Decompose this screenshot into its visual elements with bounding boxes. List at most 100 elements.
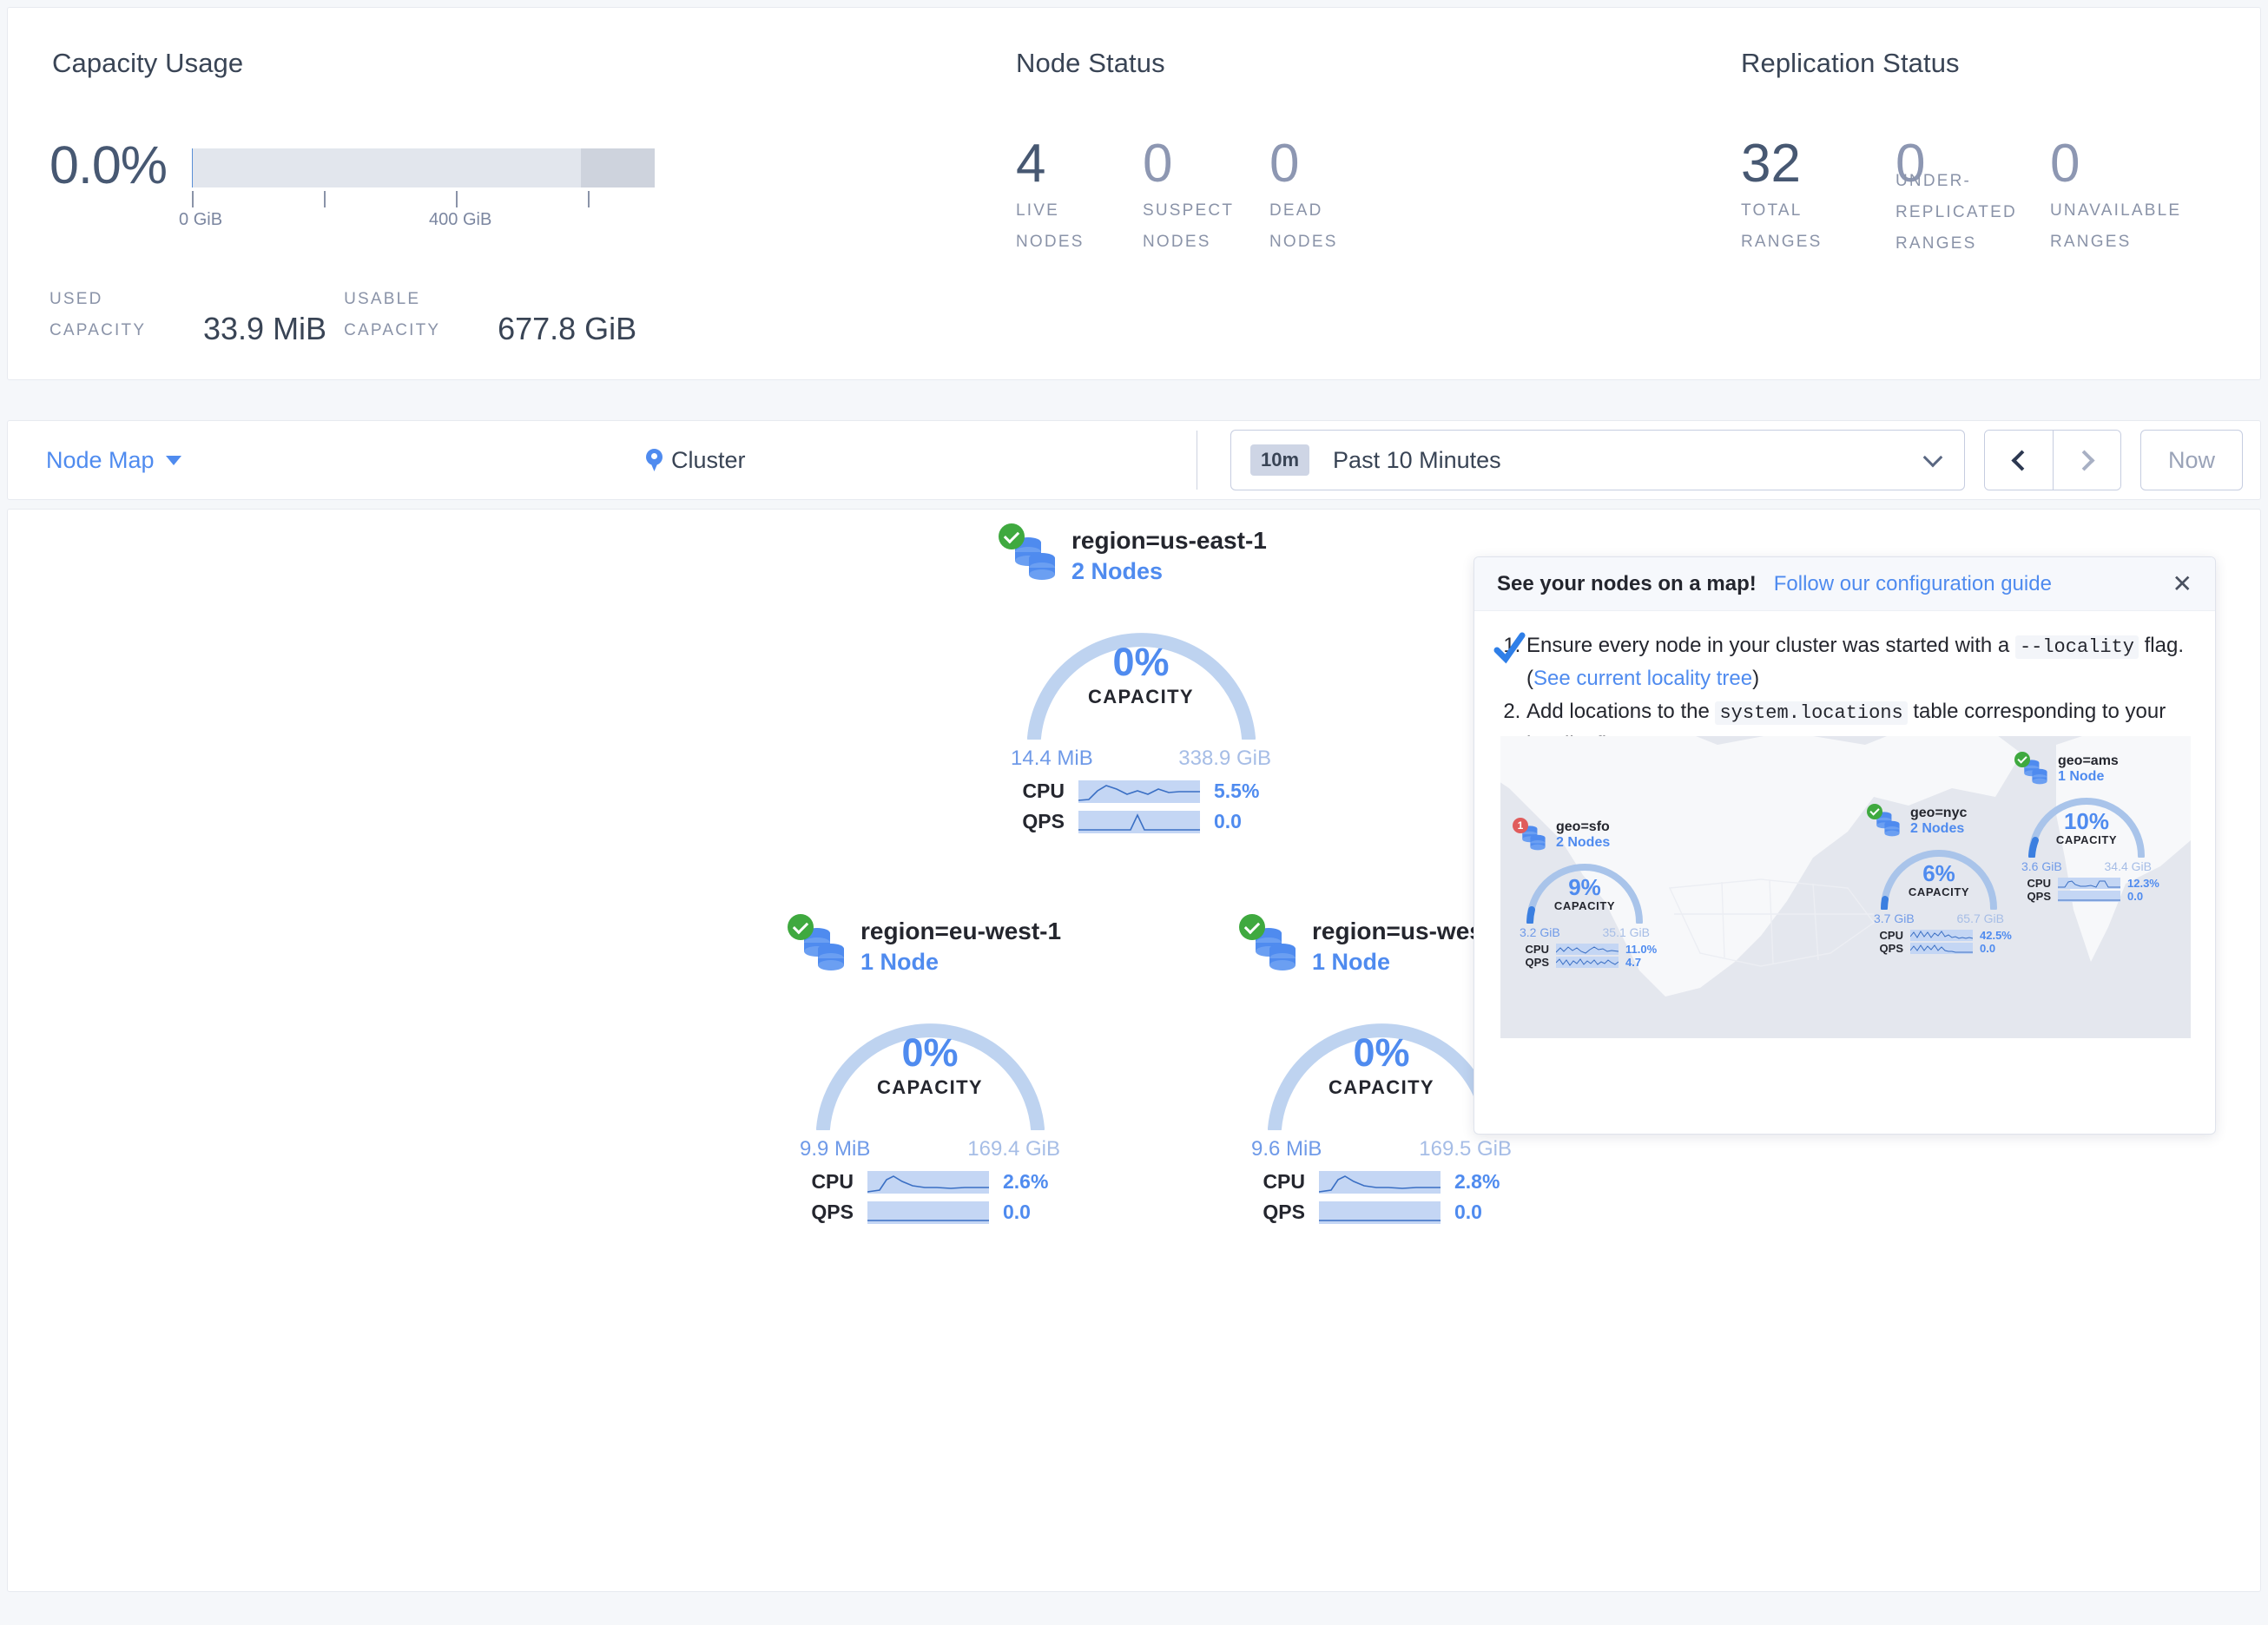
gauge-label: 0% CAPACITY [1013, 641, 1269, 708]
used-capacity-label-line2: CAPACITY [49, 315, 201, 346]
capacity-bar-remainder [581, 148, 655, 188]
map-node-sfo[interactable]: 1 geo=sfo 2 Nodes [1520, 819, 1657, 969]
node-status-metrics: 4 LIVE NODES 0 SUSPECT NODES 0 [1016, 136, 1396, 258]
usable-capacity-label-line2: CAPACITY [344, 315, 496, 346]
gauge-caption: CAPACITY [802, 1076, 1058, 1099]
locality-card-us-west-1[interactable]: region=us-west-1 1 Node 0% CAPACITY 9.6 … [1251, 918, 1512, 1224]
map-node-qps-chart [1556, 957, 1619, 968]
breadcrumb-label: Cluster [671, 447, 746, 474]
map-node-header: geo=ams 1 Node [2021, 753, 2159, 785]
toolbar-right: 10m Past 10 Minutes Now [1197, 421, 2260, 499]
time-previous-button[interactable] [1985, 431, 2053, 490]
capacity-percent: 0.0% [49, 138, 167, 192]
used-capacity-label-line1: USED [49, 284, 201, 315]
map-node-cpu-label: CPU [1520, 943, 1549, 956]
map-node-name: geo=nyc [1910, 806, 1967, 821]
capacity-bar-ticks [192, 191, 655, 210]
locality-tree-link[interactable]: See current locality tree [1533, 667, 1752, 690]
map-node-qps-label: QPS [1520, 956, 1549, 969]
qps-sparkline-chart [1078, 811, 1200, 833]
gauge-label: 0% CAPACITY [802, 1031, 1058, 1099]
database-stack-icon: 1 [1520, 823, 1549, 851]
map-node-cpu-label: CPU [2021, 877, 2051, 890]
gauge-percent: 0% [802, 1031, 1058, 1075]
usable-capacity-value: 677.8 GiB [498, 312, 636, 346]
used-capacity-stat: USED CAPACITY 33.9 MiB [49, 284, 326, 346]
unavailable-ranges-value: 0 [2050, 136, 2205, 192]
map-node-qps-value: 4.7 [1625, 956, 1641, 969]
cpu-value: 2.8% [1454, 1170, 1500, 1194]
map-node-titles: geo=ams 1 Node [2058, 753, 2119, 785]
live-nodes-label: LIVE NODES [1016, 195, 1143, 258]
map-node-cpu-row: CPU 12.3% [2021, 877, 2159, 890]
map-node-count: 2 Nodes [1556, 835, 1610, 851]
gauge-used-capacity: 9.6 MiB [1251, 1137, 1322, 1161]
map-node-gauge: 9% CAPACITY [1520, 858, 1650, 924]
dead-nodes-value: 0 [1269, 136, 1396, 192]
locality-name: region=us-east-1 [1071, 527, 1267, 555]
map-node-cpu-value: 42.5% [1980, 929, 2012, 942]
map-node-qps-label: QPS [2021, 890, 2051, 903]
qps-sparkline-row: QPS 0.0 [1251, 1201, 1512, 1224]
now-button-label: Now [2168, 447, 2215, 474]
map-node-used: 3.2 GiB [1520, 925, 1560, 939]
capacity-gauge: 0% CAPACITY [802, 1000, 1058, 1130]
map-node-qps-value: 0.0 [2127, 890, 2143, 903]
qps-label: QPS [800, 1201, 854, 1224]
map-node-cpu-label: CPU [1874, 929, 1903, 942]
cpu-sparkline-chart [1078, 780, 1200, 803]
total-ranges-label: TOTAL RANGES [1741, 195, 1895, 258]
locality-node-count: 1 Node [860, 949, 1061, 976]
node-status-title: Node Status [1016, 48, 1165, 79]
step1-text-c: ) [1752, 667, 1759, 690]
view-selector-dropdown[interactable]: Node Map [46, 447, 181, 474]
locality-name: region=eu-west-1 [860, 918, 1061, 945]
breadcrumb[interactable]: Cluster [646, 447, 746, 474]
map-node-capacity-numbers: 3.6 GiB 34.4 GiB [2021, 859, 2152, 873]
usable-capacity-label: USABLE CAPACITY [344, 284, 496, 346]
qps-sparkline-chart [867, 1201, 989, 1224]
map-node-cpu-chart [1556, 944, 1619, 955]
total-ranges-value: 32 [1741, 136, 1895, 192]
cpu-sparkline-chart [867, 1171, 989, 1194]
dead-nodes-label: DEAD NODES [1269, 195, 1396, 258]
map-node-ams[interactable]: geo=ams 1 Node 10% CAPACITY 3.6 GiB [2021, 753, 2159, 903]
now-button[interactable]: Now [2140, 430, 2243, 490]
database-stack-icon [800, 923, 850, 971]
under-replicated-ranges-metric: 0 UNDER- REPLICATED RANGES [1895, 136, 2050, 260]
map-configuration-popup: See your nodes on a map! Follow our conf… [1474, 556, 2216, 1135]
qps-value: 0.0 [1454, 1201, 1482, 1224]
map-node-gauge: 6% CAPACITY [1874, 844, 2004, 910]
step2-text-a: Add locations to the [1526, 700, 1715, 723]
unavailable-ranges-metric: 0 UNAVAILABLE RANGES [2050, 136, 2205, 260]
gauge-capacity-numbers: 9.6 MiB 169.5 GiB [1251, 1137, 1512, 1161]
map-node-qps-value: 0.0 [1980, 942, 1995, 955]
map-node-nyc[interactable]: geo=nyc 2 Nodes 6% CAPACITY 3.7 GiB [1874, 806, 2012, 955]
gauge-capacity-numbers: 14.4 MiB 338.9 GiB [1011, 747, 1271, 771]
locality-card-eu-west-1[interactable]: region=eu-west-1 1 Node 0% CAPACITY 9.9 … [800, 918, 1060, 1224]
toolbar-left: Node Map Cluster [8, 421, 1197, 499]
map-node-percent: 6% [1874, 861, 2004, 885]
time-next-button[interactable] [2053, 431, 2120, 490]
gauge-capacity-numbers: 9.9 MiB 169.4 GiB [800, 1137, 1060, 1161]
cpu-sparkline-chart [1319, 1171, 1441, 1194]
popup-title: See your nodes on a map! [1497, 572, 1757, 596]
capacity-bar-wrapper: 0 GiB 400 GiB [192, 148, 655, 233]
status-warning-badge: 1 [1518, 819, 1524, 832]
suspect-nodes-metric: 0 SUSPECT NODES [1143, 136, 1269, 258]
system-locations-code: system.locations [1715, 701, 1907, 725]
used-capacity-value: 33.9 MiB [203, 312, 326, 346]
step1-text-a: Ensure every node in your cluster was st… [1526, 634, 2015, 657]
map-node-cpu-row: CPU 11.0% [1520, 943, 1657, 956]
status-ok-icon [1239, 914, 1265, 940]
time-range-select[interactable]: 10m Past 10 Minutes [1230, 430, 1965, 490]
close-icon[interactable]: ✕ [2172, 572, 2192, 596]
locality-card-us-east-1[interactable]: region=us-east-1 2 Nodes 0% CAPACITY 14.… [1011, 527, 1271, 833]
configuration-guide-link[interactable]: Follow our configuration guide [1774, 572, 2052, 596]
capacity-bar [192, 148, 655, 188]
map-node-qps-row: QPS 4.7 [1520, 956, 1657, 969]
capacity-stats: USED CAPACITY 33.9 MiB USABLE CAPACITY 6… [49, 284, 636, 346]
map-node-qps-chart [1910, 943, 1973, 954]
locality-titles: region=us-east-1 2 Nodes [1071, 527, 1267, 585]
used-capacity-label: USED CAPACITY [49, 284, 201, 346]
